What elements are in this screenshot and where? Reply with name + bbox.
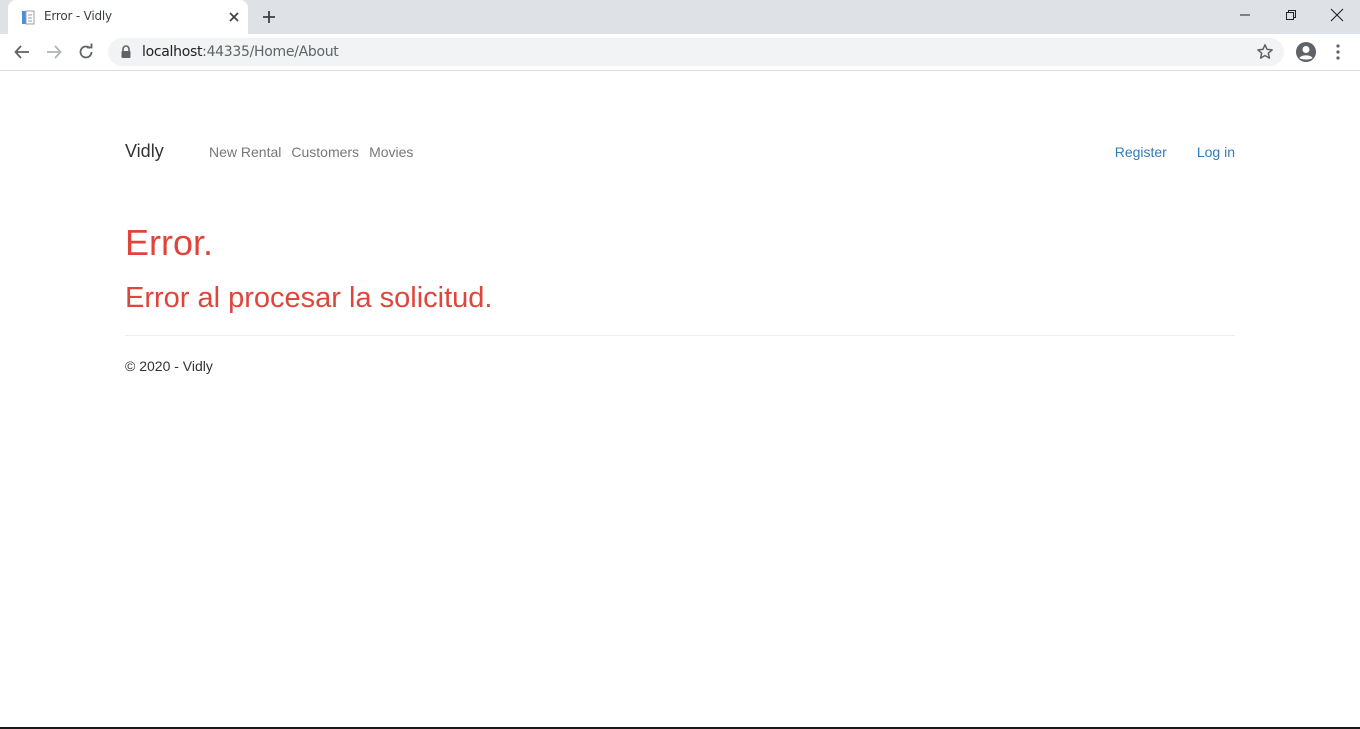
minimize-icon xyxy=(1240,14,1250,16)
tab-title: Error - Vidly xyxy=(44,9,112,23)
nav-link-new-rental[interactable]: New Rental xyxy=(209,144,281,160)
url-path: :44335/Home/About xyxy=(202,44,339,60)
url-text: localhost:44335/Home/About xyxy=(142,44,339,60)
forward-button[interactable] xyxy=(42,41,66,63)
restore-button[interactable] xyxy=(1268,0,1314,30)
more-menu-icon[interactable] xyxy=(1330,43,1346,61)
browser-toolbar: localhost:44335/Home/About xyxy=(0,34,1360,71)
register-link[interactable]: Register xyxy=(1115,144,1167,160)
divider xyxy=(125,335,1235,336)
page-content: Vidly New Rental Customers Movies Regist… xyxy=(0,71,1360,727)
error-heading: Error. xyxy=(125,222,214,263)
lock-icon[interactable] xyxy=(120,45,132,59)
nav-link-movies[interactable]: Movies xyxy=(369,144,413,160)
new-tab-icon[interactable] xyxy=(261,9,277,25)
nav-link-customers[interactable]: Customers xyxy=(291,144,359,160)
brand-link[interactable]: Vidly xyxy=(125,141,164,162)
error-message: Error al procesar la solicitud. xyxy=(125,282,493,314)
address-bar[interactable]: localhost:44335/Home/About xyxy=(108,38,1284,66)
account-icon[interactable] xyxy=(1295,41,1317,63)
star-icon[interactable] xyxy=(1256,43,1274,61)
browser-tab[interactable]: Error - Vidly xyxy=(8,0,248,34)
reload-button[interactable] xyxy=(74,41,98,63)
footer-text: © 2020 - Vidly xyxy=(125,358,213,374)
tab-strip: Error - Vidly xyxy=(0,0,1360,34)
url-host: localhost xyxy=(142,44,203,60)
document-icon xyxy=(22,10,35,25)
restore-icon xyxy=(1286,10,1296,20)
close-tab-icon[interactable] xyxy=(226,9,242,25)
minimize-button[interactable] xyxy=(1222,0,1268,30)
back-button[interactable] xyxy=(10,41,34,63)
auth-links: Register Log in xyxy=(1115,144,1235,160)
login-link[interactable]: Log in xyxy=(1197,144,1235,160)
arrow-right-icon xyxy=(47,45,62,59)
nav-links: New Rental Customers Movies xyxy=(209,144,413,160)
arrow-left-icon xyxy=(14,45,29,59)
close-icon xyxy=(1330,8,1344,22)
site-navbar: Vidly New Rental Customers Movies Regist… xyxy=(125,141,1235,165)
close-window-button[interactable] xyxy=(1314,0,1360,30)
reload-icon xyxy=(79,43,93,59)
